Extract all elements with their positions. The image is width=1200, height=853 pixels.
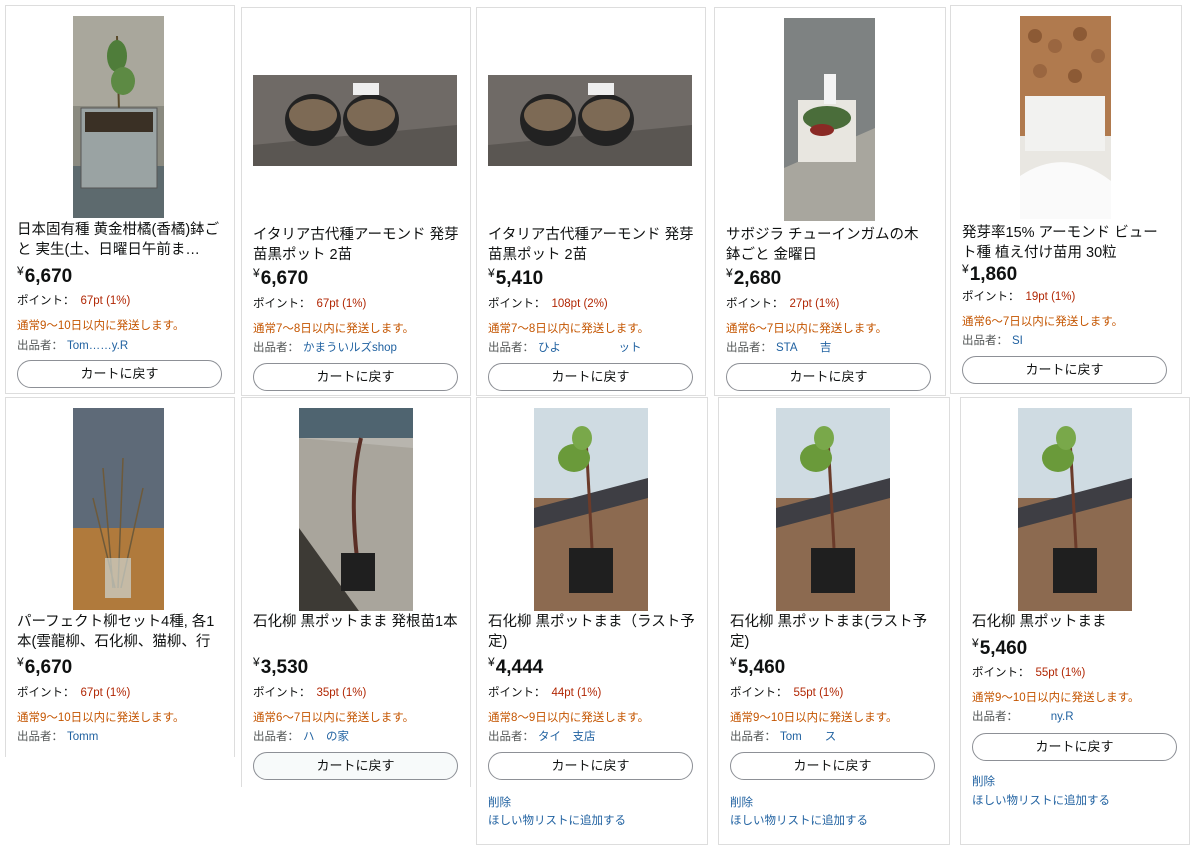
delete-link[interactable]: 削除 xyxy=(972,773,995,789)
product-card: 石化柳 黒ポットまま（ラスト予定) ¥4,444 ポイント： 44pt (1%) … xyxy=(476,397,708,845)
add-to-wishlist-link[interactable]: ほしい物リストに追加する xyxy=(488,812,626,828)
seller-info: 出品者： Tomm xyxy=(17,731,99,743)
shipping-info: 通常8～9日以内に発送します。 xyxy=(488,712,650,724)
move-to-cart-button[interactable]: カートに戻す xyxy=(488,752,693,780)
product-title[interactable]: サボジラ チューインガムの木 鉢ごと 金曜日 xyxy=(726,225,934,265)
move-to-cart-button[interactable]: カートに戻す xyxy=(962,356,1167,384)
product-points: ポイント： 55pt (1%) xyxy=(730,687,844,699)
delete-link[interactable]: 削除 xyxy=(730,794,753,810)
product-points: ポイント： 35pt (1%) xyxy=(253,687,367,699)
product-image[interactable] xyxy=(73,408,164,610)
product-title[interactable]: 石化柳 黒ポットまま(ラスト予定) xyxy=(730,612,938,652)
product-points: ポイント： 67pt (1%) xyxy=(17,687,131,699)
shipping-info: 通常7～8日以内に発送します。 xyxy=(488,323,650,335)
product-points: ポイント： 67pt (1%) xyxy=(17,295,131,307)
add-to-wishlist-link[interactable]: ほしい物リストに追加する xyxy=(730,812,868,828)
product-title[interactable]: 石化柳 黒ポットまま（ラスト予定) xyxy=(488,612,696,652)
product-image[interactable] xyxy=(488,75,692,166)
product-title[interactable]: 石化柳 黒ポットまま 発根苗1本 xyxy=(253,612,461,632)
product-card: イタリア古代種アーモンド 発芽苗黒ポット 2苗 ¥6,670 ポイント： 67pt… xyxy=(241,7,471,396)
product-points: ポイント： 67pt (1%) xyxy=(253,298,367,310)
shipping-info: 通常6～7日以内に発送します。 xyxy=(726,323,888,335)
seller-info: 出品者： Tom……y.R xyxy=(17,340,129,352)
shipping-info: 通常6～7日以内に発送します。 xyxy=(253,712,415,724)
seller-info: 出品者： SI xyxy=(962,335,1023,347)
product-points: ポイント： 44pt (1%) xyxy=(488,687,602,699)
product-image[interactable] xyxy=(776,408,890,611)
seller-link[interactable]: SI xyxy=(1012,335,1023,347)
seller-info: 出品者： Tom ス xyxy=(730,731,837,743)
product-price: ¥5,460 xyxy=(730,655,786,678)
product-image[interactable] xyxy=(299,408,413,611)
product-points: ポイント： 108pt (2%) xyxy=(488,298,608,310)
seller-info: 出品者： ny.R xyxy=(972,711,1074,723)
product-card: 石化柳 黒ポットまま(ラスト予定) ¥5,460 ポイント： 55pt (1%) … xyxy=(718,397,950,845)
product-price: ¥5,460 xyxy=(972,636,1028,659)
shipping-info: 通常6～7日以内に発送します。 xyxy=(962,316,1124,328)
move-to-cart-button[interactable]: カートに戻す xyxy=(488,363,693,391)
product-image[interactable] xyxy=(1018,408,1132,611)
seller-link[interactable]: Tom……y.R xyxy=(67,340,128,352)
move-to-cart-button[interactable]: カートに戻す xyxy=(726,363,931,391)
move-to-cart-button[interactable]: カートに戻す xyxy=(17,360,222,388)
product-title[interactable]: 日本固有種 黄金柑橘(香橘)鉢ごと 実生(土、日曜日午前ま… xyxy=(17,220,225,260)
product-price: ¥6,670 xyxy=(253,266,309,289)
product-price: ¥4,444 xyxy=(488,655,544,678)
add-to-wishlist-link[interactable]: ほしい物リストに追加する xyxy=(972,792,1110,808)
seller-link[interactable]: ハ の家 xyxy=(303,731,349,743)
seller-link[interactable]: ny.R xyxy=(1016,711,1074,723)
shipping-info: 通常9～10日以内に発送します。 xyxy=(17,712,185,724)
seller-link[interactable]: STA 吉 xyxy=(776,342,831,354)
move-to-cart-button[interactable]: カートに戻す xyxy=(972,733,1177,761)
move-to-cart-button[interactable]: カートに戻す xyxy=(730,752,935,780)
delete-link[interactable]: 削除 xyxy=(488,794,511,810)
product-image[interactable] xyxy=(534,408,648,611)
product-image[interactable] xyxy=(784,18,875,221)
seller-link[interactable]: かまういルズshop xyxy=(303,342,397,354)
product-price: ¥5,410 xyxy=(488,266,544,289)
product-points: ポイント： 55pt (1%) xyxy=(972,667,1086,679)
move-to-cart-button[interactable]: カートに戻す xyxy=(253,363,458,391)
shipping-info: 通常9～10日以内に発送します。 xyxy=(730,712,898,724)
seller-link[interactable]: ひよ ット xyxy=(538,342,642,354)
seller-info: 出品者： タイ 支店 xyxy=(488,731,596,743)
product-card: 石化柳 黒ポットまま ¥5,460 ポイント： 55pt (1%) 通常9～10日… xyxy=(960,397,1190,845)
product-points: ポイント： 19pt (1%) xyxy=(962,291,1076,303)
product-title[interactable]: 石化柳 黒ポットまま xyxy=(972,612,1180,632)
product-card: 発芽率15% アーモンド ビュート種 植え付け苗用 30粒 ¥1,860 ポイン… xyxy=(950,5,1182,394)
product-card: サボジラ チューインガムの木 鉢ごと 金曜日 ¥2,680 ポイント： 27pt … xyxy=(714,7,946,396)
product-title[interactable]: イタリア古代種アーモンド 発芽苗黒ポット 2苗 xyxy=(253,225,461,265)
seller-info: 出品者： ひよ ット xyxy=(488,342,642,354)
seller-info: 出品者： かまういルズshop xyxy=(253,342,397,354)
product-image[interactable] xyxy=(73,16,164,218)
product-price: ¥3,530 xyxy=(253,655,309,678)
product-price: ¥2,680 xyxy=(726,266,782,289)
seller-info: 出品者： STA 吉 xyxy=(726,342,832,354)
product-title[interactable]: 発芽率15% アーモンド ビュート種 植え付け苗用 30粒 xyxy=(962,223,1172,263)
seller-link[interactable]: タイ 支店 xyxy=(538,731,596,743)
product-image[interactable] xyxy=(1020,16,1111,219)
shipping-info: 通常9～10日以内に発送します。 xyxy=(972,692,1140,704)
product-points: ポイント： 27pt (1%) xyxy=(726,298,840,310)
product-price: ¥6,670 xyxy=(17,655,73,678)
shipping-info: 通常7～8日以内に発送します。 xyxy=(253,323,415,335)
product-card: 日本固有種 黄金柑橘(香橘)鉢ごと 実生(土、日曜日午前ま… ¥6,670 ポイ… xyxy=(5,5,235,394)
seller-info: 出品者：ハ の家 xyxy=(253,731,349,743)
product-title[interactable]: パーフェクト柳セット4種, 各1本(雲龍柳、石化柳、猫柳、行 xyxy=(17,612,225,652)
product-image[interactable] xyxy=(253,75,457,166)
product-title[interactable]: イタリア古代種アーモンド 発芽苗黒ポット 2苗 xyxy=(488,225,696,265)
product-card: パーフェクト柳セット4種, 各1本(雲龍柳、石化柳、猫柳、行 ¥6,670 ポイ… xyxy=(5,397,235,757)
seller-link[interactable]: Tom ス xyxy=(780,731,836,743)
product-price: ¥1,860 xyxy=(962,262,1018,285)
product-card: 石化柳 黒ポットまま 発根苗1本 ¥3,530 ポイント： 35pt (1%) 通… xyxy=(241,397,471,787)
shipping-info: 通常9～10日以内に発送します。 xyxy=(17,320,185,332)
move-to-cart-button[interactable]: カートに戻す xyxy=(253,752,458,780)
product-price: ¥6,670 xyxy=(17,264,73,287)
seller-link[interactable]: Tomm xyxy=(67,731,98,743)
product-card: イタリア古代種アーモンド 発芽苗黒ポット 2苗 ¥5,410 ポイント： 108p… xyxy=(476,7,706,396)
